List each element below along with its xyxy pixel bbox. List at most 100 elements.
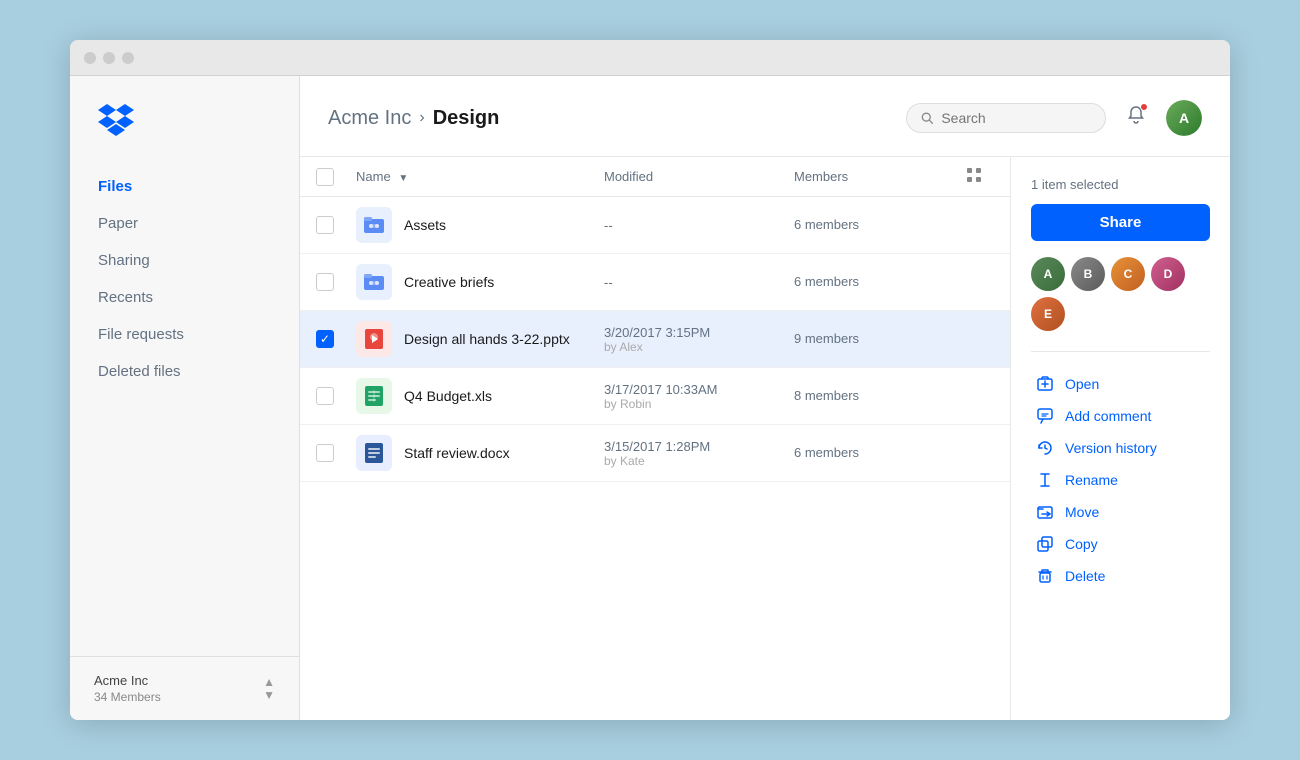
file-modified-creative-briefs: --	[604, 275, 794, 290]
sidebar-footer: Acme Inc 34 Members ▲ ▼	[70, 656, 299, 720]
col-modified-header: Modified	[604, 169, 794, 184]
notification-dot	[1140, 103, 1148, 111]
file-members-design-all-hands: 9 members	[794, 331, 859, 346]
file-name-assets: Assets	[404, 217, 446, 233]
action-rename[interactable]: Rename	[1031, 464, 1210, 496]
folder-icon	[356, 264, 392, 300]
action-move-label: Move	[1065, 504, 1099, 520]
table-row[interactable]: Staff review.docx 3/15/2017 1:28PM by Ka…	[300, 425, 1010, 482]
footer-arrows[interactable]: ▲ ▼	[263, 676, 275, 701]
file-modified-assets: --	[604, 218, 794, 233]
file-members-creative-briefs: 6 members	[794, 274, 859, 289]
docx-icon	[356, 435, 392, 471]
xls-icon	[356, 378, 392, 414]
breadcrumb-parent: Acme Inc	[328, 107, 411, 130]
file-area: Name ▼ Modified Members	[300, 157, 1230, 720]
user-avatar: A	[1166, 100, 1202, 136]
sidebar-item-sharing[interactable]: Sharing	[82, 243, 287, 278]
file-modified-design-all-hands: 3/20/2017 3:15PM	[604, 325, 794, 340]
col-name-header[interactable]: Name ▼	[356, 169, 604, 184]
team-members: 34 Members	[94, 690, 161, 704]
file-members-assets: 6 members	[794, 217, 859, 232]
file-members-staff-review: 6 members	[794, 445, 859, 460]
table-row[interactable]: Q4 Budget.xls 3/17/2017 10:33AM by Robin…	[300, 368, 1010, 425]
window-dot-yellow	[103, 52, 115, 64]
sidebar-item-deleted-files[interactable]: Deleted files	[82, 354, 287, 389]
member-avatar-2: B	[1071, 257, 1105, 291]
share-button[interactable]: Share	[1031, 204, 1210, 241]
row-checkbox-assets[interactable]	[316, 216, 334, 234]
file-by-staff-review: by Kate	[604, 454, 794, 468]
search-box[interactable]	[906, 103, 1106, 133]
file-name-q4-budget: Q4 Budget.xls	[404, 388, 492, 404]
table-row[interactable]: Design all hands 3-22.pptx 3/20/2017 3:1…	[300, 311, 1010, 368]
open-icon	[1035, 376, 1055, 392]
table-row[interactable]: Assets -- 6 members	[300, 197, 1010, 254]
right-panel: 1 item selected Share A B C D E	[1010, 157, 1230, 720]
header-right: A	[906, 100, 1202, 136]
comment-icon	[1035, 408, 1055, 424]
notification-bell-button[interactable]	[1122, 101, 1150, 135]
action-add-comment[interactable]: Add comment	[1031, 400, 1210, 432]
col-actions-header	[954, 167, 994, 186]
file-table-header: Name ▼ Modified Members	[300, 157, 1010, 197]
sidebar-item-recents[interactable]: Recents	[82, 280, 287, 315]
file-by-design-all-hands: by Alex	[604, 340, 794, 354]
row-checkbox-creative-briefs[interactable]	[316, 273, 334, 291]
member-avatar-3: C	[1111, 257, 1145, 291]
search-icon	[921, 111, 933, 125]
file-list: Name ▼ Modified Members	[300, 157, 1010, 720]
window-dot-green	[122, 52, 134, 64]
action-version-history-label: Version history	[1065, 440, 1157, 456]
header-checkbox-col	[316, 168, 356, 186]
breadcrumb-current: Design	[433, 107, 500, 130]
action-copy[interactable]: Copy	[1031, 528, 1210, 560]
action-move[interactable]: Move	[1031, 496, 1210, 528]
file-name-design-all-hands: Design all hands 3-22.pptx	[404, 331, 570, 347]
action-copy-label: Copy	[1065, 536, 1098, 552]
member-avatar-1: A	[1031, 257, 1065, 291]
main-header: Acme Inc › Design	[300, 76, 1230, 157]
sidebar: Files Paper Sharing Recents File request…	[70, 76, 300, 720]
action-open-label: Open	[1065, 376, 1099, 392]
dropbox-logo-icon	[98, 104, 134, 136]
col-members-header: Members	[794, 169, 954, 184]
file-modified-q4-budget: 3/17/2017 10:33AM	[604, 382, 794, 397]
file-modified-staff-review: 3/15/2017 1:28PM	[604, 439, 794, 454]
pptx-icon	[356, 321, 392, 357]
sidebar-item-files[interactable]: Files	[82, 169, 287, 204]
file-name-staff-review: Staff review.docx	[404, 445, 510, 461]
file-name-creative-briefs: Creative briefs	[404, 274, 494, 290]
selected-count: 1 item selected	[1031, 177, 1210, 192]
select-all-checkbox[interactable]	[316, 168, 334, 186]
row-checkbox-q4-budget[interactable]	[316, 387, 334, 405]
history-icon	[1035, 440, 1055, 456]
member-avatar-4: D	[1151, 257, 1185, 291]
user-avatar-button[interactable]: A	[1166, 100, 1202, 136]
action-open[interactable]: Open	[1031, 368, 1210, 400]
copy-icon	[1035, 536, 1055, 552]
action-add-comment-label: Add comment	[1065, 408, 1151, 424]
window-body: Files Paper Sharing Recents File request…	[70, 76, 1230, 720]
sidebar-item-file-requests[interactable]: File requests	[82, 317, 287, 352]
sidebar-item-paper[interactable]: Paper	[82, 206, 287, 241]
grid-view-icon[interactable]	[966, 167, 982, 183]
sidebar-nav: Files Paper Sharing Recents File request…	[70, 169, 299, 656]
member-avatar-5: E	[1031, 297, 1065, 331]
sidebar-logo	[70, 104, 299, 169]
row-checkbox-design-all-hands[interactable]	[316, 330, 334, 348]
action-version-history[interactable]: Version history	[1031, 432, 1210, 464]
move-icon	[1035, 504, 1055, 520]
breadcrumb: Acme Inc › Design	[328, 107, 499, 130]
member-avatars: A B C D E	[1031, 257, 1210, 331]
file-members-q4-budget: 8 members	[794, 388, 859, 403]
action-delete-label: Delete	[1065, 568, 1105, 584]
panel-divider	[1031, 351, 1210, 352]
breadcrumb-arrow: ›	[419, 109, 424, 127]
titlebar	[70, 40, 1230, 76]
team-name: Acme Inc	[94, 673, 161, 688]
action-delete[interactable]: Delete	[1031, 560, 1210, 592]
row-checkbox-staff-review[interactable]	[316, 444, 334, 462]
table-row[interactable]: Creative briefs -- 6 members	[300, 254, 1010, 311]
search-input[interactable]	[941, 110, 1091, 126]
